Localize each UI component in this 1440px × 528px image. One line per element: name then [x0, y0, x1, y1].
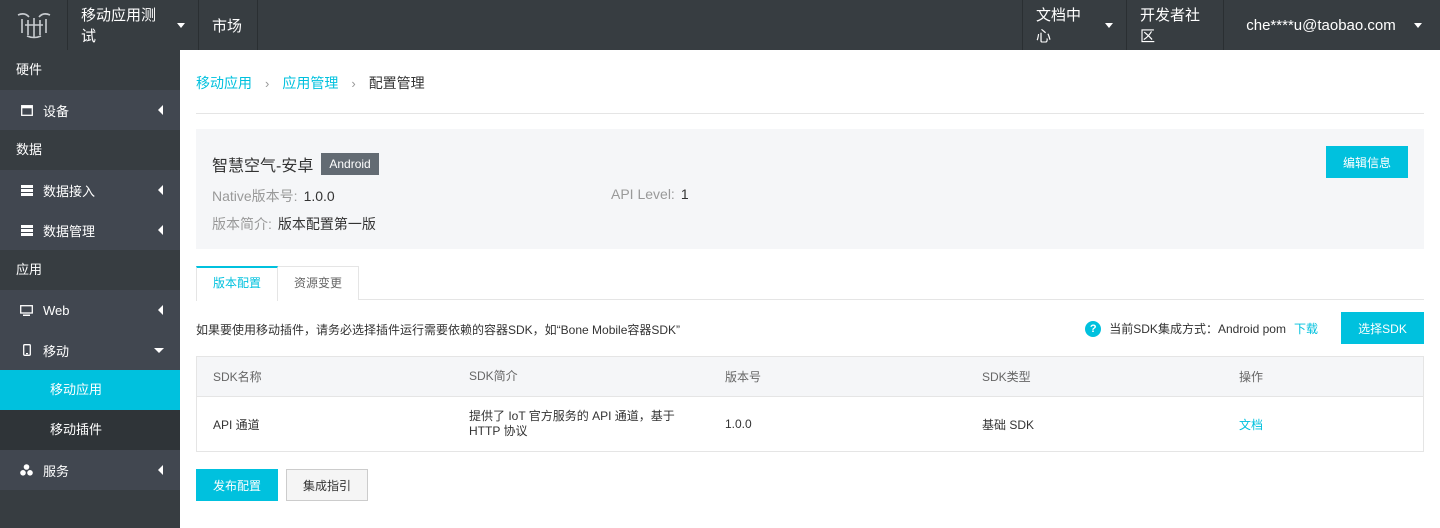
doc-link[interactable]: 文档 [1239, 418, 1263, 432]
phone-icon [20, 344, 33, 357]
sidebar-item-label: 移动 [43, 343, 70, 359]
sdk-desc-cell: 提供了 IoT 官方服务的 API 通道，基于 HTTP 协议 [469, 409, 675, 438]
sidebar-item-label: 数据管理 [43, 223, 96, 239]
edit-info-button[interactable]: 编辑信息 [1326, 146, 1408, 178]
native-version-row: Native版本号: 1.0.0 [212, 186, 335, 206]
publish-config-button[interactable]: 发布配置 [196, 469, 278, 501]
sidebar-item-device[interactable]: 设备 [0, 90, 180, 130]
nav-market-label: 市场 [212, 17, 243, 35]
app-info-panel: 智慧空气-安卓 Android Native版本号: 1.0.0 API Leve… [196, 129, 1424, 249]
breadcrumb: 移动应用 › 应用管理 › 配置管理 [196, 73, 425, 93]
chevron-down-icon [1413, 22, 1422, 28]
sidebar-group-data: 数据 [0, 130, 180, 170]
col-action: 操作 [1239, 370, 1264, 384]
api-level-value: 1 [680, 186, 689, 202]
sdk-version-cell: 1.0.0 [725, 417, 752, 431]
monitor-icon [20, 304, 33, 317]
chevron-left-icon [158, 465, 163, 475]
api-level-label: API Level: [611, 186, 675, 202]
top-navbar: 移动应用测试 市场 文档中心 开发者社区 che****u@taobao.com [0, 0, 1440, 50]
tab-version-config[interactable]: 版本配置 [196, 266, 279, 301]
config-tabs: 版本配置 资源变更 [196, 266, 1424, 301]
chevron-right-icon: › [351, 75, 356, 91]
col-sdk-type: SDK类型 [982, 370, 1031, 384]
sidebar: 硬件 设备 数据 数据接入 数据管理 应用 Web 移动 移动应用 移动插件 服… [0, 50, 180, 528]
table-row: API 通道 提供了 IoT 官方服务的 API 通道，基于 HTTP 协议 1… [197, 397, 1423, 451]
user-account-menu[interactable]: che****u@taobao.com [1224, 0, 1440, 50]
sdk-table: SDK名称 SDK简介 版本号 SDK类型 操作 API 通道 提供了 IoT … [196, 356, 1424, 452]
tab-resource-change[interactable]: 资源变更 [278, 266, 360, 300]
device-icon [20, 104, 33, 117]
cubes-icon [20, 464, 33, 477]
sdk-mode-text: 当前SDK集成方式：Android pom [1109, 322, 1286, 336]
chevron-down-icon [1105, 22, 1113, 28]
app-title: 智慧空气-安卓 Android [212, 152, 379, 176]
chevron-left-icon [158, 225, 163, 235]
sidebar-item-label: Web [43, 302, 70, 318]
user-email: che****u@taobao.com [1246, 16, 1396, 34]
nav-developer-community[interactable]: 开发者社区 [1127, 0, 1224, 50]
sidebar-item-label: 数据接入 [43, 183, 96, 199]
native-version-value: 1.0.0 [303, 188, 335, 204]
docs-center-label: 文档中心 [1036, 7, 1082, 45]
chevron-down-icon [177, 22, 185, 28]
version-desc-value: 版本配置第一版 [277, 216, 376, 232]
platform-badge: Android [321, 153, 379, 175]
chevron-left-icon [158, 105, 163, 115]
chevron-left-icon [158, 185, 163, 195]
help-icon[interactable]: ? [1085, 320, 1102, 337]
choose-sdk-button[interactable]: 选择SDK [1341, 312, 1424, 344]
sidebar-item-label: 服务 [43, 463, 70, 479]
version-desc-row: 版本简介: 版本配置第一版 [212, 214, 376, 234]
col-sdk-desc: SDK简介 [469, 369, 518, 383]
header-divider [196, 113, 1424, 114]
breadcrumb-mobile-app[interactable]: 移动应用 [196, 73, 252, 93]
app-switcher-label: 移动应用测试 [81, 7, 157, 45]
sidebar-group-app: 应用 [0, 250, 180, 290]
integration-guide-button[interactable]: 集成指引 [286, 469, 368, 501]
main-content: 移动应用 › 应用管理 › 配置管理 智慧空气-安卓 Android Nativ… [180, 50, 1440, 528]
download-link[interactable]: 下载 [1294, 320, 1318, 337]
api-level-row: API Level: 1 [611, 186, 689, 202]
chevron-down-icon [154, 348, 164, 353]
docs-center-menu[interactable]: 文档中心 [1022, 0, 1127, 50]
sdk-type-cell: 基础 SDK [982, 417, 1035, 432]
plugin-notice: 如果要使用移动插件，请务必选择插件运行需要依赖的容器SDK，如“Bone Mob… [196, 323, 681, 337]
sidebar-item-label: 设备 [43, 103, 70, 119]
developer-community-label: 开发者社区 [1140, 7, 1201, 45]
sidebar-item-web[interactable]: Web [0, 290, 180, 330]
sidebar-item-data-manage[interactable]: 数据管理 [0, 210, 180, 250]
version-desc-label: 版本简介: [212, 216, 272, 232]
table-header: SDK名称 SDK简介 版本号 SDK类型 操作 [197, 357, 1423, 397]
database-icon [20, 184, 33, 197]
sidebar-subitem-mobile-app[interactable]: 移动应用 [0, 370, 180, 410]
chevron-left-icon [158, 305, 163, 315]
breadcrumb-current: 配置管理 [368, 75, 425, 91]
col-version: 版本号 [725, 370, 762, 384]
sidebar-group-hardware: 硬件 [0, 50, 180, 90]
sidebar-item-data-access[interactable]: 数据接入 [0, 170, 180, 210]
sdk-action-cell: 文档 [1223, 416, 1423, 433]
brand-logo-icon[interactable] [0, 0, 68, 50]
sidebar-subitem-mobile-plugin[interactable]: 移动插件 [0, 410, 180, 450]
breadcrumb-app-manage[interactable]: 应用管理 [282, 73, 338, 93]
col-sdk-name: SDK名称 [213, 370, 262, 384]
database-icon [20, 224, 33, 237]
app-name: 智慧空气-安卓 [212, 158, 314, 175]
native-version-label: Native版本号: [212, 188, 298, 204]
nav-market[interactable]: 市场 [199, 0, 258, 50]
sidebar-item-service[interactable]: 服务 [0, 450, 180, 490]
sdk-name-cell: API 通道 [213, 417, 260, 432]
sidebar-item-mobile[interactable]: 移动 [0, 330, 180, 370]
chevron-right-icon: › [265, 75, 270, 91]
sdk-integration-mode: ? 当前SDK集成方式：Android pom 下载 [1085, 320, 1318, 337]
app-switcher-menu[interactable]: 移动应用测试 [68, 0, 199, 50]
